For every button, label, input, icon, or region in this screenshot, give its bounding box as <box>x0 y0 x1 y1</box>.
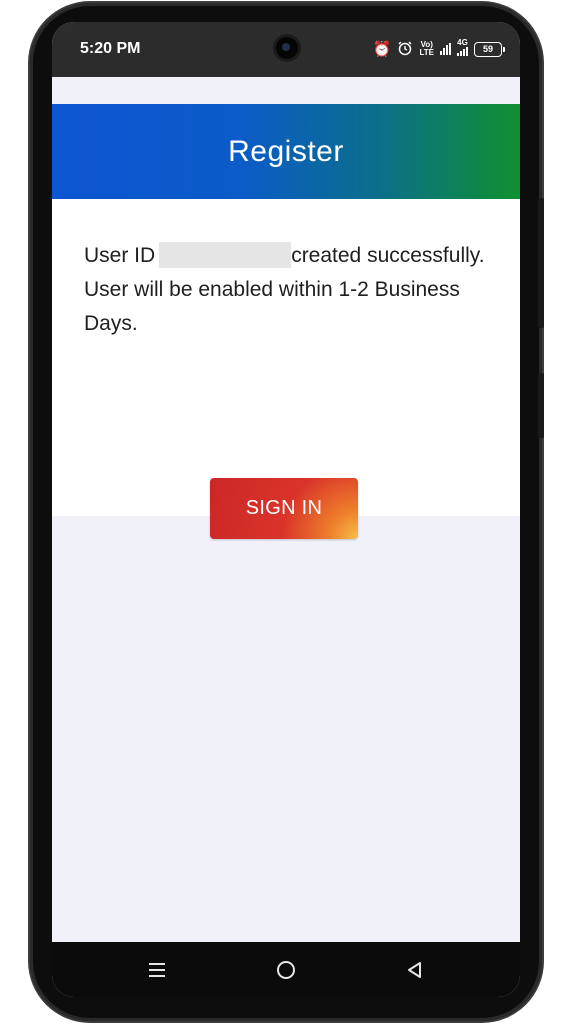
page-title: Register <box>228 134 344 168</box>
success-message: User ID created successfully. User will b… <box>84 239 494 341</box>
menu-lines-icon[interactable] <box>137 950 177 990</box>
status-icons: ⏰ Vo) LTE 4G 59 <box>372 39 505 59</box>
volte-label-bottom: LTE <box>419 48 434 57</box>
power-button <box>538 198 544 328</box>
back-triangle-icon[interactable] <box>395 950 435 990</box>
volume-button <box>538 373 544 438</box>
redacted-user-id <box>159 242 292 268</box>
network-label: 4G <box>457 38 468 47</box>
front-camera <box>276 37 298 59</box>
home-circle-icon[interactable] <box>266 950 306 990</box>
volte-indicator: Vo) LTE <box>419 41 434 57</box>
alarm-clock-icon: ⏰ <box>372 40 392 58</box>
status-bar: 5:20 PM ⏰ Vo) LTE 4G 59 <box>52 22 520 77</box>
sign-in-button[interactable]: SIGN IN <box>210 478 358 539</box>
signal-bars-icon <box>457 47 468 56</box>
success-card: User ID created successfully. User will b… <box>52 199 520 539</box>
navigation-bar <box>52 942 520 997</box>
signal-bars-icon <box>440 43 451 55</box>
battery-icon: 59 <box>474 41 505 57</box>
message-prefix: User ID <box>84 244 156 267</box>
phone-screen: 5:20 PM ⏰ Vo) LTE 4G 59 Register User ID… <box>52 22 520 997</box>
alarm-outline-icon <box>397 40 413 59</box>
status-time: 5:20 PM <box>80 40 141 57</box>
network-indicator: 4G <box>457 39 468 59</box>
register-header: Register <box>52 104 520 199</box>
